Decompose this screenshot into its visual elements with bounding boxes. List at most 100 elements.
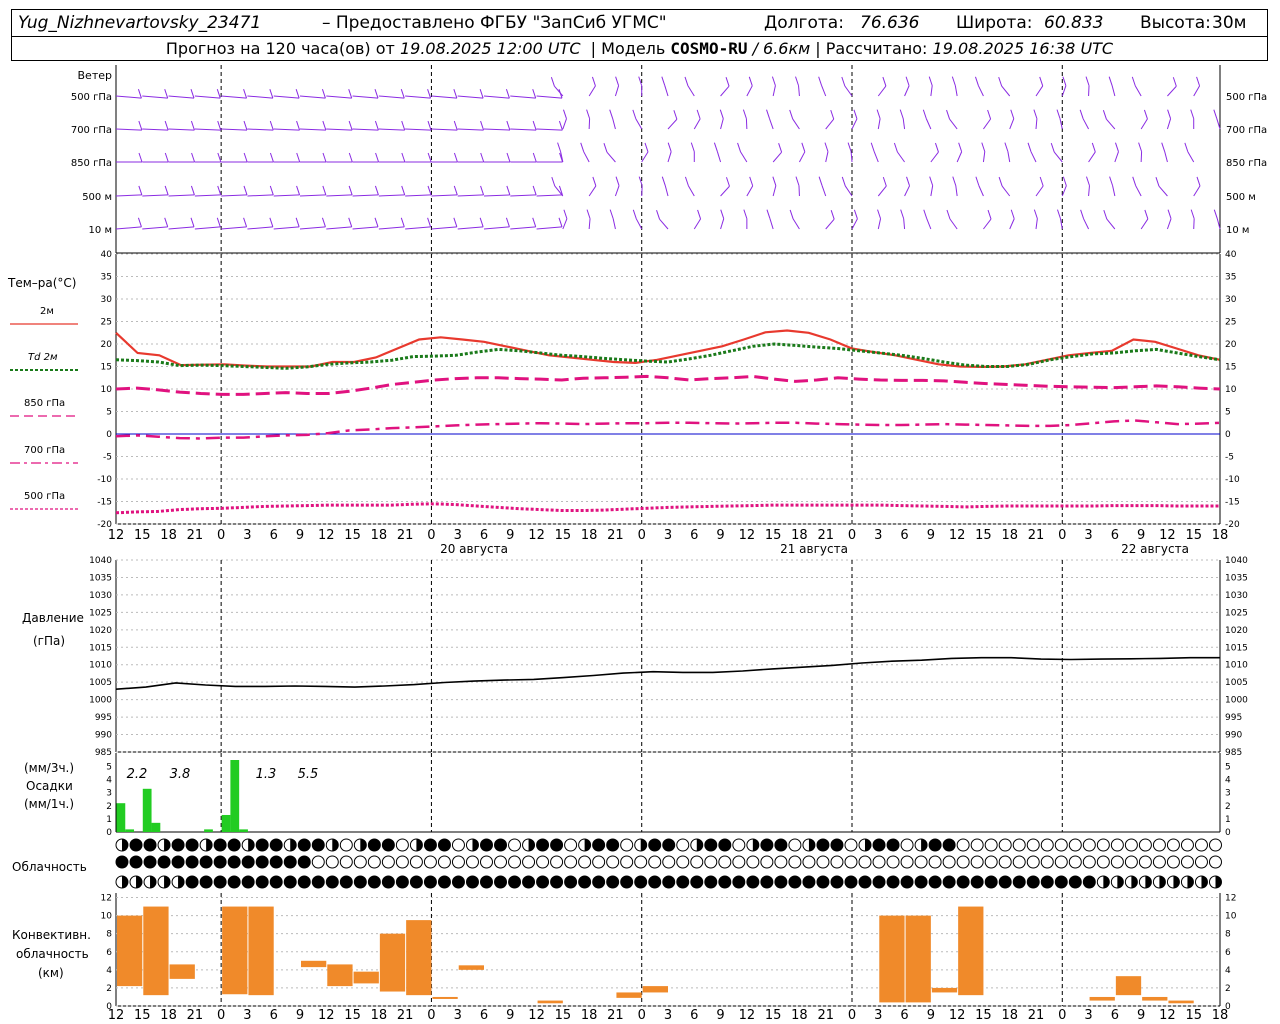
x-tick-label-temp: 9 <box>506 528 514 543</box>
wind-barb <box>194 128 221 131</box>
cloud-symbol <box>1208 855 1222 869</box>
temp-y-tick-right: 40 <box>1225 250 1237 260</box>
cloud-symbol-fill <box>172 839 185 851</box>
wind-barb-feather <box>749 176 754 187</box>
wind-barb-feather <box>427 120 432 131</box>
wind-barb <box>1114 151 1119 163</box>
x-tick-label-bottom: 6 <box>480 1008 488 1023</box>
x-tick-label-bottom: 15 <box>555 1008 572 1023</box>
precip-bar <box>230 760 240 832</box>
cloud-symbol-fill <box>466 876 479 888</box>
precip-y-tick-right: 3 <box>1225 789 1231 799</box>
x-tick-label-bottom: 21 <box>607 1008 624 1023</box>
x-tick-label-temp: 9 <box>1137 528 1145 543</box>
x-tick-label-temp: 21 <box>817 528 834 543</box>
wind-barb-feather <box>778 143 783 153</box>
wind-barb-feather <box>138 120 143 131</box>
temp-title: Тем–ра(°C) <box>7 276 76 290</box>
x-tick-label-temp: 21 <box>607 528 624 543</box>
cloud-symbol-fill <box>760 876 773 888</box>
wind-barb-feather <box>1108 76 1113 86</box>
wind-barb <box>949 218 958 230</box>
x-tick-label-bottom: 15 <box>134 1008 151 1023</box>
cloud-symbol <box>1138 855 1152 869</box>
wind-barb <box>982 151 986 163</box>
wind-barb-feather <box>720 209 725 219</box>
cloud-symbol-fill <box>774 876 787 888</box>
wind-barb-feather <box>532 152 537 163</box>
pressure-y-tick-left: 1035 <box>89 573 112 583</box>
cloud-symbol <box>732 855 746 869</box>
cloud-symbol <box>592 855 606 869</box>
wind-barb <box>221 194 248 197</box>
cloud-symbol-fill <box>887 839 900 851</box>
conv-bar <box>1168 1000 1194 1004</box>
cloud-symbol <box>914 855 928 869</box>
x-tick-label-bottom: 12 <box>108 1008 125 1023</box>
wind-barb-feather <box>771 76 776 86</box>
conv-bar <box>353 971 379 984</box>
x-tick-label-bottom: 18 <box>371 1008 388 1023</box>
pressure-unit: (гПа) <box>33 634 65 648</box>
wind-level-label-left: 850 гПа <box>71 158 112 169</box>
wind-barb <box>457 194 484 197</box>
wind-barb <box>844 185 853 197</box>
wind-barb <box>562 118 567 130</box>
conv-bar <box>432 996 458 999</box>
wind-barb <box>954 85 958 97</box>
conv-y-tick-left: 6 <box>106 948 112 958</box>
cloud-symbol <box>451 855 465 869</box>
cloud-symbol <box>465 855 479 869</box>
wind-barb <box>221 226 247 230</box>
temp-series-line <box>115 342 1221 370</box>
wind-barb <box>904 85 910 97</box>
wind-barb-feather <box>269 89 274 99</box>
wind-barb <box>221 128 248 131</box>
cloud-symbol-fill <box>368 839 381 851</box>
wind-barb-feather <box>870 142 875 152</box>
wind-level-label-right: 850 гПа <box>1226 158 1267 169</box>
wind-barb-feather <box>401 152 406 163</box>
wind-barb-feather <box>164 89 169 99</box>
wind-barb <box>949 118 958 130</box>
cloud-symbol-fill <box>760 839 773 851</box>
pressure-y-tick-right: 1025 <box>1225 608 1248 618</box>
wind-barb <box>1088 185 1090 197</box>
cloud-symbol-fill <box>788 876 801 888</box>
wind-barb-feather <box>427 89 432 99</box>
wind-barb-feather <box>401 185 406 196</box>
wind-barb-feather <box>348 217 353 227</box>
wind-barb-feather <box>374 120 379 131</box>
cloud-symbol <box>437 855 451 869</box>
cloud-symbol-fill <box>130 839 143 851</box>
temp-y-tick-right: 30 <box>1225 295 1237 305</box>
x-tick-label-temp: 0 <box>427 528 435 543</box>
wind-barb-feather <box>243 89 248 99</box>
cloud-symbol-fill <box>634 876 647 888</box>
conv-bar <box>1142 996 1168 1001</box>
wind-barb-feather <box>951 76 956 86</box>
wind-barb <box>378 194 405 197</box>
cloud-symbol <box>1180 855 1194 869</box>
wind-barb-feather <box>348 120 353 131</box>
pressure-y-tick-right: 1035 <box>1225 573 1248 583</box>
wind-barb-feather <box>348 89 353 99</box>
wind-barb <box>769 218 774 230</box>
conv-title-1: Конвективн. <box>12 928 91 942</box>
wind-barb <box>142 226 168 230</box>
temp-legend-label: 500 гПа <box>24 491 65 502</box>
cloud-symbol-half <box>1117 876 1124 888</box>
wind-barb-feather <box>644 142 649 153</box>
wind-barb-feather <box>137 217 142 227</box>
wind-barb-feather <box>795 76 799 86</box>
wind-barb <box>1001 185 1011 197</box>
wind-barb-feather <box>1131 76 1136 87</box>
wind-barb-feather <box>743 209 748 219</box>
wind-barb <box>1035 218 1038 230</box>
wind-barb <box>194 194 221 197</box>
wind-level-label-right: 500 м <box>1226 192 1256 203</box>
conv-bar <box>958 906 984 996</box>
wind-barb-feather <box>427 152 432 163</box>
wind-barb <box>851 218 858 230</box>
wind-barb-feather <box>847 142 852 152</box>
